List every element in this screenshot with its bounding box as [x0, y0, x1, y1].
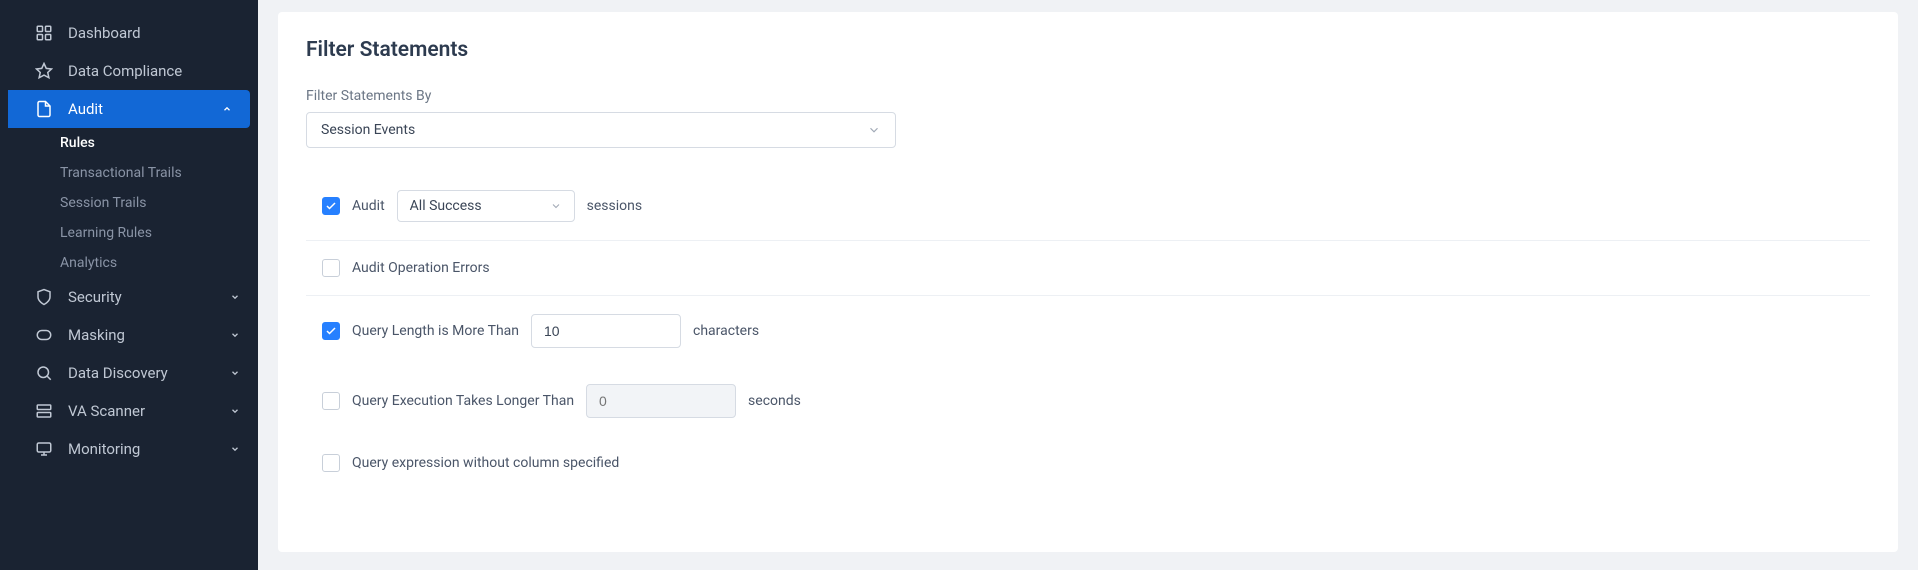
- audit-label: Audit: [352, 198, 385, 214]
- sidebar-item-data-compliance[interactable]: Data Compliance: [0, 52, 258, 90]
- sidebar-item-label: Security: [68, 288, 122, 306]
- exec-time-input[interactable]: [586, 384, 736, 418]
- audit-suffix: sessions: [587, 198, 642, 214]
- sidebar-item-security[interactable]: Security: [0, 278, 258, 316]
- sidebar-item-audit[interactable]: Audit: [8, 90, 250, 128]
- filter-by-label: Filter Statements By: [306, 88, 1870, 104]
- query-length-checkbox[interactable]: [322, 322, 340, 340]
- op-errors-checkbox[interactable]: [322, 259, 340, 277]
- no-column-checkbox[interactable]: [322, 454, 340, 472]
- chevron-down-icon: [230, 330, 240, 340]
- sidebar-item-label: Dashboard: [68, 24, 141, 42]
- op-errors-label: Audit Operation Errors: [352, 260, 490, 276]
- row-audit: Audit All Success sessions: [306, 172, 1870, 241]
- exec-time-suffix: seconds: [748, 393, 801, 409]
- row-query-length: Query Length is More Than characters: [306, 296, 1870, 366]
- no-column-label: Query expression without column specifie…: [352, 455, 619, 471]
- chevron-down-icon: [230, 406, 240, 416]
- chevron-down-icon: [230, 292, 240, 302]
- sidebar-subitem-rules[interactable]: Rules: [0, 128, 258, 158]
- sidebar-subitem-transactional-trails[interactable]: Transactional Trails: [0, 158, 258, 188]
- sidebar-item-label: Monitoring: [68, 440, 140, 458]
- filter-by-value: Session Events: [321, 122, 415, 138]
- sidebar-subitem-learning-rules[interactable]: Learning Rules: [0, 218, 258, 248]
- exec-time-label: Query Execution Takes Longer Than: [352, 393, 574, 409]
- star-icon: [34, 61, 54, 81]
- row-exec-time: Query Execution Takes Longer Than second…: [306, 366, 1870, 436]
- page-title: Filter Statements: [306, 38, 1870, 62]
- sidebar-item-label: Data Compliance: [68, 62, 182, 80]
- sidebar-item-monitoring[interactable]: Monitoring: [0, 430, 258, 468]
- sidebar-item-dashboard[interactable]: Dashboard: [0, 14, 258, 52]
- shield-icon: [34, 287, 54, 307]
- sidebar-item-label: VA Scanner: [68, 402, 145, 420]
- mask-icon: [34, 325, 54, 345]
- scanner-icon: [34, 401, 54, 421]
- row-op-errors: Audit Operation Errors: [306, 241, 1870, 296]
- sidebar-subnav-audit: Rules Transactional Trails Session Trail…: [0, 128, 258, 278]
- sidebar-item-label: Audit: [68, 100, 103, 118]
- audit-checkbox[interactable]: [322, 197, 340, 215]
- sidebar-item-masking[interactable]: Masking: [0, 316, 258, 354]
- row-no-column: Query expression without column specifie…: [306, 436, 1870, 490]
- main-content: Filter Statements Filter Statements By S…: [258, 0, 1918, 570]
- sidebar-subitem-session-trails[interactable]: Session Trails: [0, 188, 258, 218]
- sidebar-item-label: Masking: [68, 326, 125, 344]
- audit-sessions-value: All Success: [410, 198, 482, 214]
- filter-by-select[interactable]: Session Events: [306, 112, 896, 148]
- query-length-input[interactable]: [531, 314, 681, 348]
- filter-statements-card: Filter Statements Filter Statements By S…: [278, 12, 1898, 552]
- file-icon: [34, 99, 54, 119]
- monitor-icon: [34, 439, 54, 459]
- audit-sessions-select[interactable]: All Success: [397, 190, 575, 222]
- sidebar-item-va-scanner[interactable]: VA Scanner: [0, 392, 258, 430]
- chevron-up-icon: [222, 104, 232, 114]
- chevron-down-icon: [230, 368, 240, 378]
- sidebar-item-data-discovery[interactable]: Data Discovery: [0, 354, 258, 392]
- query-length-label: Query Length is More Than: [352, 323, 519, 339]
- query-length-suffix: characters: [693, 323, 759, 339]
- search-icon: [34, 363, 54, 383]
- sidebar: Dashboard Data Compliance Audit Rules Tr…: [0, 0, 258, 570]
- sidebar-subitem-analytics[interactable]: Analytics: [0, 248, 258, 278]
- exec-time-checkbox[interactable]: [322, 392, 340, 410]
- sidebar-item-label: Data Discovery: [68, 364, 168, 382]
- chevron-down-icon: [230, 444, 240, 454]
- chevron-down-icon: [867, 123, 881, 137]
- grid-icon: [34, 23, 54, 43]
- chevron-down-icon: [550, 200, 562, 212]
